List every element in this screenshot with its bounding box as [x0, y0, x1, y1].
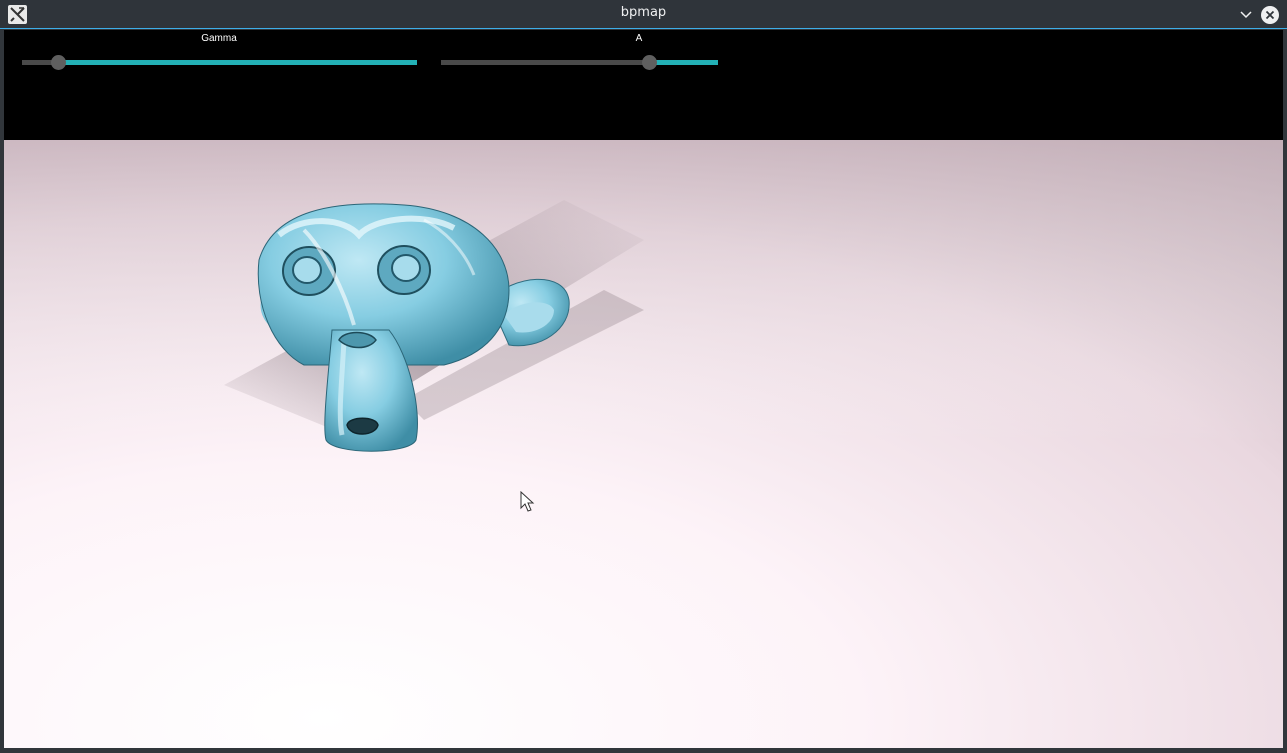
close-icon[interactable]	[1260, 5, 1280, 25]
mouse-cursor-icon	[520, 490, 536, 517]
rendered-scene	[4, 140, 1283, 748]
minimize-chevron-icon[interactable]	[1236, 5, 1256, 25]
a-slider[interactable]	[441, 55, 718, 70]
window-title: bpmap	[620, 5, 667, 20]
3d-viewport[interactable]	[4, 140, 1283, 748]
gamma-slider-fill	[58, 60, 417, 65]
gamma-slider-thumb[interactable]	[51, 55, 66, 70]
a-slider-label: A	[635, 33, 643, 44]
window-titlebar[interactable]: bpmap	[0, 0, 1287, 29]
render-client-area: Gamma A	[4, 30, 1283, 748]
gamma-slider[interactable]	[22, 55, 417, 70]
a-slider-thumb[interactable]	[642, 55, 657, 70]
controls-panel: Gamma A	[4, 30, 1283, 140]
gamma-slider-label: Gamma	[201, 33, 237, 44]
a-slider-fill	[649, 60, 718, 65]
